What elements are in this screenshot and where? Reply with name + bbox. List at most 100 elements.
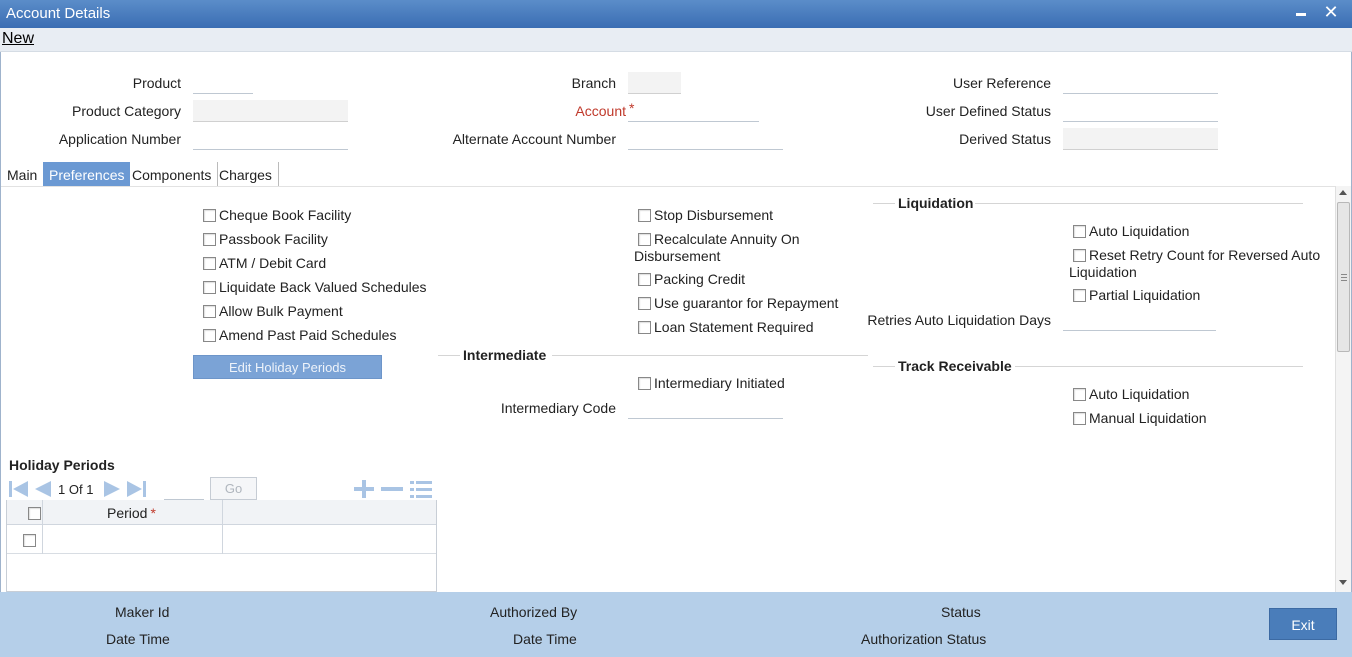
reset-retry-count-label: Reset Retry Count for Reversed Auto — [1089, 247, 1321, 263]
user-defined-status-label: User Defined Status — [925, 103, 1051, 119]
application-number-field[interactable] — [193, 128, 348, 150]
user-defined-status-field[interactable] — [1063, 100, 1218, 122]
partial-liquidation-option[interactable]: Partial Liquidation — [1073, 287, 1200, 303]
table-row[interactable] — [7, 525, 436, 554]
first-page-icon[interactable] — [7, 478, 31, 500]
product-label: Product — [132, 75, 181, 91]
partial-liquidation-label: Partial Liquidation — [1089, 287, 1201, 303]
go-button[interactable]: Go — [210, 477, 257, 500]
allow-bulk-payment-checkbox[interactable] — [203, 305, 216, 318]
use-guarantor-checkbox[interactable] — [638, 297, 651, 310]
user-reference-label: User Reference — [952, 75, 1051, 91]
intermediary-code-field[interactable] — [628, 397, 783, 419]
minimize-icon — [1296, 13, 1306, 16]
passbook-facility-option[interactable]: Passbook Facility — [203, 231, 328, 247]
status-label: Status — [941, 604, 981, 620]
total-pages: 1 — [86, 482, 94, 497]
packing-credit-checkbox[interactable] — [638, 273, 651, 286]
scroll-down-icon[interactable] — [1339, 580, 1347, 585]
cheque-book-checkbox[interactable] — [203, 209, 216, 222]
liquidate-back-valued-option[interactable]: Liquidate Back Valued Schedules — [203, 279, 427, 295]
track-auto-liquidation-label: Auto Liquidation — [1089, 386, 1190, 402]
close-button[interactable]: ✕ — [1320, 2, 1342, 24]
manual-liquidation-option[interactable]: Manual Liquidation — [1073, 410, 1207, 426]
track-auto-liquidation-option[interactable]: Auto Liquidation — [1073, 386, 1189, 402]
derived-status-label: Derived Status — [959, 131, 1051, 147]
liquidate-back-valued-label: Liquidate Back Valued Schedules — [219, 279, 427, 295]
packing-credit-option[interactable]: Packing Credit — [638, 271, 745, 287]
amend-past-paid-checkbox[interactable] — [203, 329, 216, 342]
page-number-input[interactable] — [164, 478, 204, 500]
recalculate-annuity-option[interactable]: Recalculate Annuity On — [638, 231, 800, 247]
minimize-button[interactable] — [1290, 2, 1312, 24]
intermediary-initiated-option[interactable]: Intermediary Initiated — [638, 375, 785, 391]
track-auto-liquidation-checkbox[interactable] — [1073, 388, 1086, 401]
auto-liquidation-label: Auto Liquidation — [1089, 223, 1190, 239]
last-page-icon[interactable] — [124, 478, 148, 500]
select-all-checkbox[interactable] — [28, 507, 41, 520]
stop-disbursement-label: Stop Disbursement — [654, 207, 774, 223]
loan-statement-option[interactable]: Loan Statement Required — [638, 319, 814, 335]
amend-past-paid-option[interactable]: Amend Past Paid Schedules — [203, 327, 396, 343]
intermediary-initiated-checkbox[interactable] — [638, 377, 651, 390]
scroll-up-icon[interactable] — [1339, 190, 1347, 195]
alternate-account-number-field[interactable] — [628, 128, 783, 150]
row-select-checkbox[interactable] — [23, 534, 36, 547]
tab-components[interactable]: Components — [126, 162, 219, 186]
reset-retry-count-checkbox[interactable] — [1073, 249, 1086, 262]
retries-auto-liquidation-days-field[interactable] — [1063, 309, 1216, 331]
previous-page-icon[interactable] — [32, 478, 54, 500]
next-page-icon[interactable] — [101, 478, 123, 500]
authorized-by-label: Authorized By — [490, 604, 578, 620]
atm-debit-card-checkbox[interactable] — [203, 257, 216, 270]
delete-row-icon[interactable] — [379, 478, 405, 500]
recalculate-annuity-checkbox[interactable] — [638, 233, 651, 246]
loan-statement-label: Loan Statement Required — [654, 319, 814, 335]
cheque-book-facility-option[interactable]: Cheque Book Facility — [203, 207, 351, 223]
single-view-icon[interactable] — [408, 478, 434, 500]
add-row-icon[interactable] — [351, 478, 377, 500]
audit-footer — [0, 592, 1352, 657]
exit-button[interactable]: Exit — [1269, 608, 1337, 640]
tab-main[interactable]: Main — [1, 162, 45, 186]
holiday-periods-heading: Holiday Periods — [9, 457, 115, 473]
window-title: Account Details — [6, 5, 111, 22]
menu-bar: New — [0, 28, 1352, 52]
amend-past-paid-label: Amend Past Paid Schedules — [219, 327, 397, 343]
page-of-label: Of — [68, 482, 83, 497]
tab-preferences[interactable]: Preferences — [43, 162, 131, 186]
allow-bulk-payment-label: Allow Bulk Payment — [219, 303, 343, 319]
auto-liquidation-checkbox[interactable] — [1073, 225, 1086, 238]
partial-liquidation-checkbox[interactable] — [1073, 289, 1086, 302]
use-guarantor-option[interactable]: Use guarantor for Repayment — [638, 295, 838, 311]
edit-holiday-periods-button[interactable]: Edit Holiday Periods — [193, 355, 382, 379]
product-field[interactable] — [193, 72, 253, 94]
auto-liquidation-option[interactable]: Auto Liquidation — [1073, 223, 1189, 239]
period-column-label: Period — [107, 505, 148, 521]
atm-debit-card-option[interactable]: ATM / Debit Card — [203, 255, 326, 271]
intermediate-rule-left — [438, 355, 460, 356]
period-column-header: Period * — [107, 505, 156, 521]
liquidate-back-valued-checkbox[interactable] — [203, 281, 216, 294]
packing-credit-label: Packing Credit — [654, 271, 746, 287]
scroll-thumb[interactable] — [1337, 202, 1350, 352]
stop-disbursement-option[interactable]: Stop Disbursement — [638, 207, 773, 223]
authorization-status-label: Authorization Status — [861, 631, 987, 647]
tab-charges[interactable]: Charges — [213, 162, 279, 186]
loan-statement-checkbox[interactable] — [638, 321, 651, 334]
product-category-label: Product Category — [72, 103, 181, 119]
user-reference-field[interactable] — [1063, 72, 1218, 94]
vertical-scrollbar[interactable] — [1335, 186, 1351, 592]
cheque-book-label: Cheque Book Facility — [219, 207, 352, 223]
stop-disbursement-checkbox[interactable] — [638, 209, 651, 222]
passbook-checkbox[interactable] — [203, 233, 216, 246]
account-label: Account * — [575, 100, 634, 119]
track-receivable-rule-right — [1015, 366, 1303, 367]
reset-retry-count-option[interactable]: Reset Retry Count for Reversed Auto — [1073, 247, 1320, 263]
new-link[interactable]: New — [2, 30, 34, 48]
account-field[interactable] — [628, 100, 759, 122]
period-cell[interactable] — [43, 525, 222, 553]
manual-liquidation-checkbox[interactable] — [1073, 412, 1086, 425]
window-titlebar: Account Details ✕ — [0, 0, 1352, 28]
allow-bulk-payment-option[interactable]: Allow Bulk Payment — [203, 303, 343, 319]
